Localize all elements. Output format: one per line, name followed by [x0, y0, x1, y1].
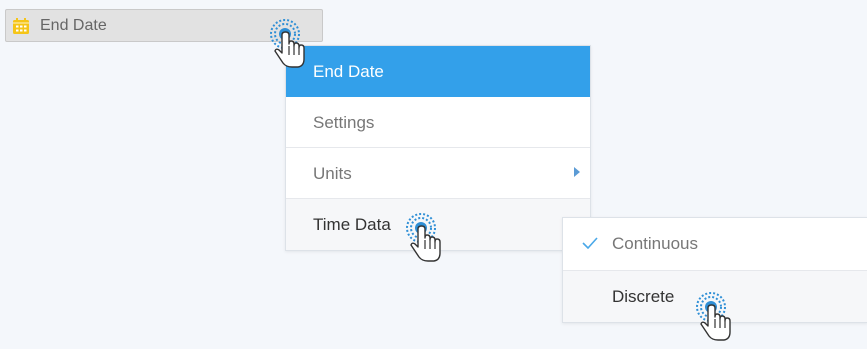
submenu-item-label: Discrete	[612, 287, 675, 306]
menu-item-label: End Date	[313, 62, 384, 81]
submenu-item-label: Continuous	[612, 234, 699, 253]
hand-pointer-icon	[399, 211, 447, 267]
menu-item-end-date[interactable]: End Date	[286, 46, 590, 97]
submenu-item-continuous[interactable]: Continuous	[563, 218, 867, 270]
menu-item-label: Time Data	[313, 215, 391, 234]
end-date-field-label: End Date	[40, 16, 107, 34]
hand-pointer-icon	[263, 17, 311, 73]
menu-item-label: Units	[313, 164, 352, 183]
submenu-arrow-icon	[574, 167, 580, 177]
checkmark-icon	[582, 237, 598, 249]
calendar-icon	[13, 17, 29, 34]
menu-item-label: Settings	[313, 113, 375, 132]
hand-pointer-icon	[689, 290, 737, 346]
menu-item-units[interactable]: Units	[286, 148, 590, 199]
menu-item-settings[interactable]: Settings	[286, 97, 590, 148]
